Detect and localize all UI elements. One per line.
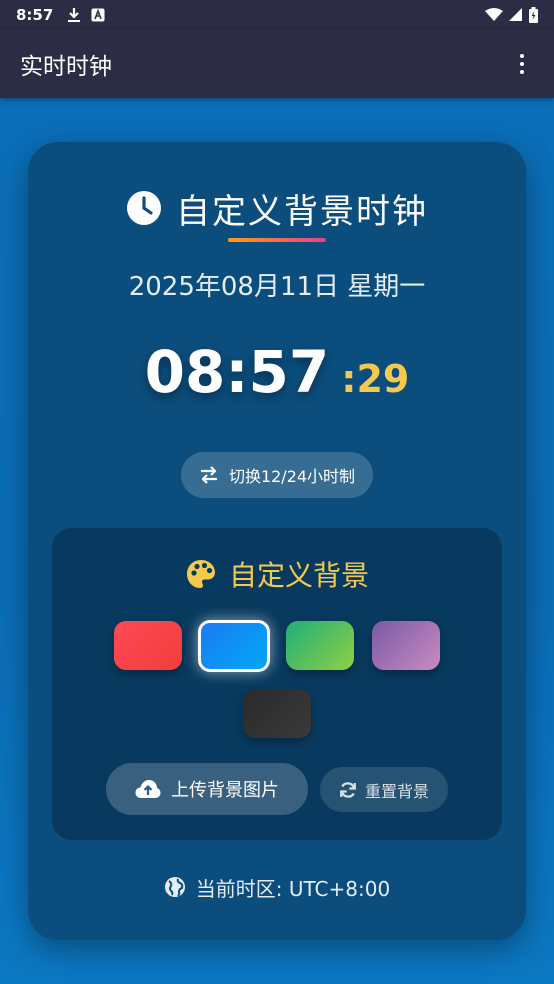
signal-icon xyxy=(509,8,522,21)
upload-background-button[interactable]: 上传背景图片 xyxy=(106,763,308,815)
reset-label: 重置背景 xyxy=(364,781,429,801)
swatch-red[interactable] xyxy=(114,621,182,670)
timezone-row: 当前时区: UTC+8:00 xyxy=(28,872,526,902)
timezone-label: 当前时区: UTC+8:00 xyxy=(195,876,391,901)
download-icon xyxy=(68,8,81,22)
clock-icon xyxy=(127,191,161,225)
toggle-12-24-button[interactable]: 切换12/24小时制 xyxy=(181,452,373,498)
clock-title: 自定义背景时钟 xyxy=(176,191,428,232)
more-vert-icon[interactable] xyxy=(510,44,534,84)
globe-icon xyxy=(164,877,185,897)
swatch-dark[interactable] xyxy=(243,689,311,738)
app-bar: 实时时钟 xyxy=(0,30,554,98)
background-title: 自定义背景 xyxy=(228,559,369,592)
swatch-blue[interactable] xyxy=(198,620,270,672)
upload-label: 上传背景图片 xyxy=(171,780,279,801)
palette-icon xyxy=(186,560,215,588)
time-hours-minutes: 08:57 xyxy=(144,338,330,406)
swatch-purple[interactable] xyxy=(372,621,440,670)
app-title: 实时时钟 xyxy=(20,54,112,80)
background-title-row: 自定义背景 xyxy=(52,554,502,594)
clock-title-row: 自定义背景时钟 xyxy=(28,186,526,232)
cloud-upload-icon xyxy=(135,780,161,798)
wifi-icon xyxy=(485,8,503,21)
swatch-green[interactable] xyxy=(286,621,354,670)
swap-icon xyxy=(200,466,217,484)
title-underline xyxy=(228,238,326,242)
clock-card: 自定义背景时钟 2025年08月11日 星期一 08:57 :29 切换12/2… xyxy=(28,142,526,940)
app-a-icon xyxy=(91,8,105,22)
time-seconds: :29 xyxy=(341,357,410,401)
battery-icon xyxy=(529,7,538,23)
refresh-icon xyxy=(340,781,356,798)
reset-background-button[interactable]: 重置背景 xyxy=(320,767,448,812)
status-bar: 8:57 xyxy=(0,0,554,30)
date-text: 2025年08月11日 星期一 xyxy=(128,272,426,302)
time-display: 08:57 :29 xyxy=(28,338,526,408)
status-time: 8:57 xyxy=(16,6,54,24)
toggle-label: 切换12/24小时制 xyxy=(228,467,356,486)
background-panel: 自定义背景 上传背景图片 重置背景 xyxy=(52,528,502,840)
